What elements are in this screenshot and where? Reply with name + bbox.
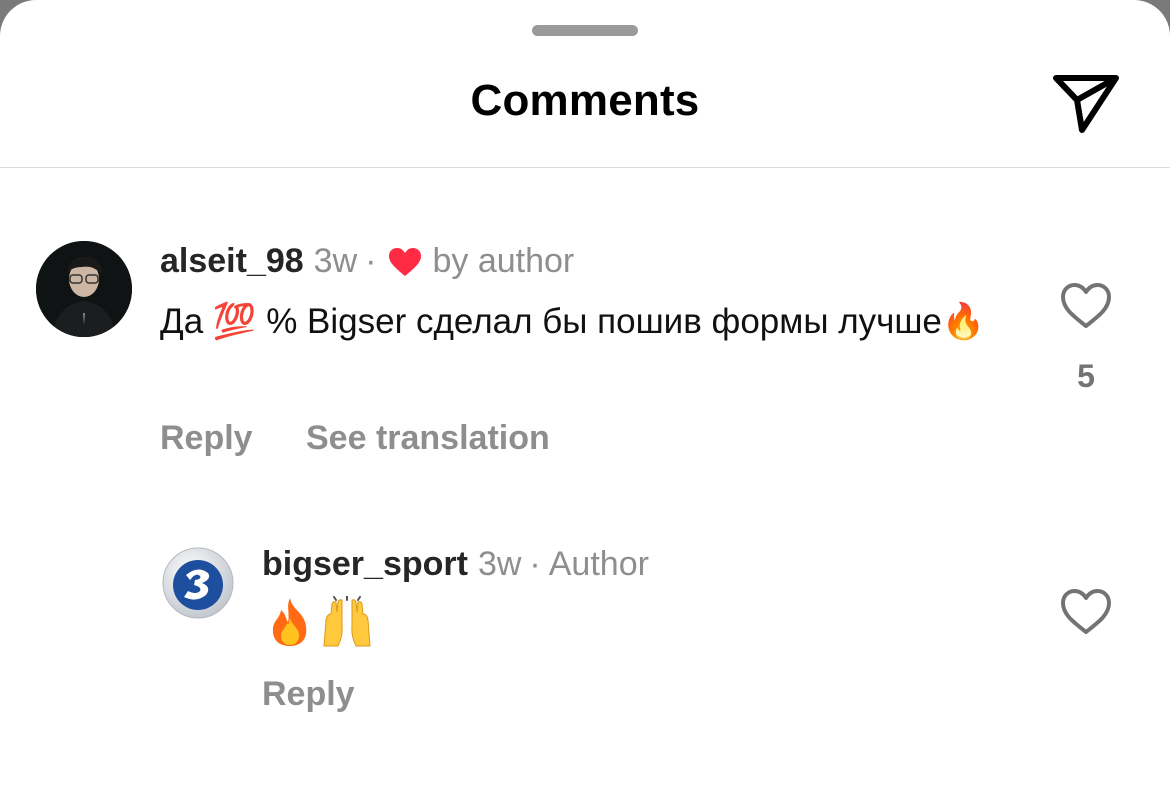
comment-text <box>266 596 374 648</box>
comment-meta: alseit_98 3w · by author <box>160 242 574 281</box>
header-divider <box>0 167 1170 168</box>
comment-meta: bigser_sport 3w · Author <box>262 545 649 584</box>
comment-text: Да 💯 % Bigser сделал бы пошив формы лучш… <box>160 302 986 341</box>
drag-handle[interactable] <box>532 25 638 36</box>
comment-time: 3w <box>313 242 358 280</box>
liked-by-author-heart-icon <box>389 247 422 276</box>
avatar[interactable] <box>162 547 234 619</box>
comment-username[interactable]: alseit_98 <box>160 242 304 281</box>
reply-button[interactable]: Reply <box>160 419 253 458</box>
raising-hands-emoji-icon <box>323 596 371 647</box>
avatar[interactable] <box>36 241 132 337</box>
reply-button[interactable]: Reply <box>262 675 355 714</box>
meta-separator: · <box>529 545 541 583</box>
brand-logo-icon <box>162 547 234 619</box>
meta-separator: · <box>365 242 377 280</box>
fire-emoji-icon <box>272 598 307 646</box>
author-badge: Author <box>548 545 649 583</box>
comment-username[interactable]: bigser_sport <box>262 545 468 584</box>
comments-sheet: Comments alseit_98 3w · by author Да 💯 %… <box>0 0 1170 791</box>
liked-by-author-label: by author <box>432 242 575 280</box>
like-count[interactable]: 5 <box>1060 358 1112 395</box>
avatar-photo <box>36 241 132 337</box>
see-translation-button[interactable]: See translation <box>306 419 550 458</box>
page-title: Comments <box>470 76 700 125</box>
paper-plane-icon[interactable] <box>1050 70 1122 134</box>
comment-time: 3w <box>477 545 522 583</box>
heart-outline-icon[interactable] <box>1060 282 1112 330</box>
heart-outline-icon[interactable] <box>1060 588 1112 636</box>
